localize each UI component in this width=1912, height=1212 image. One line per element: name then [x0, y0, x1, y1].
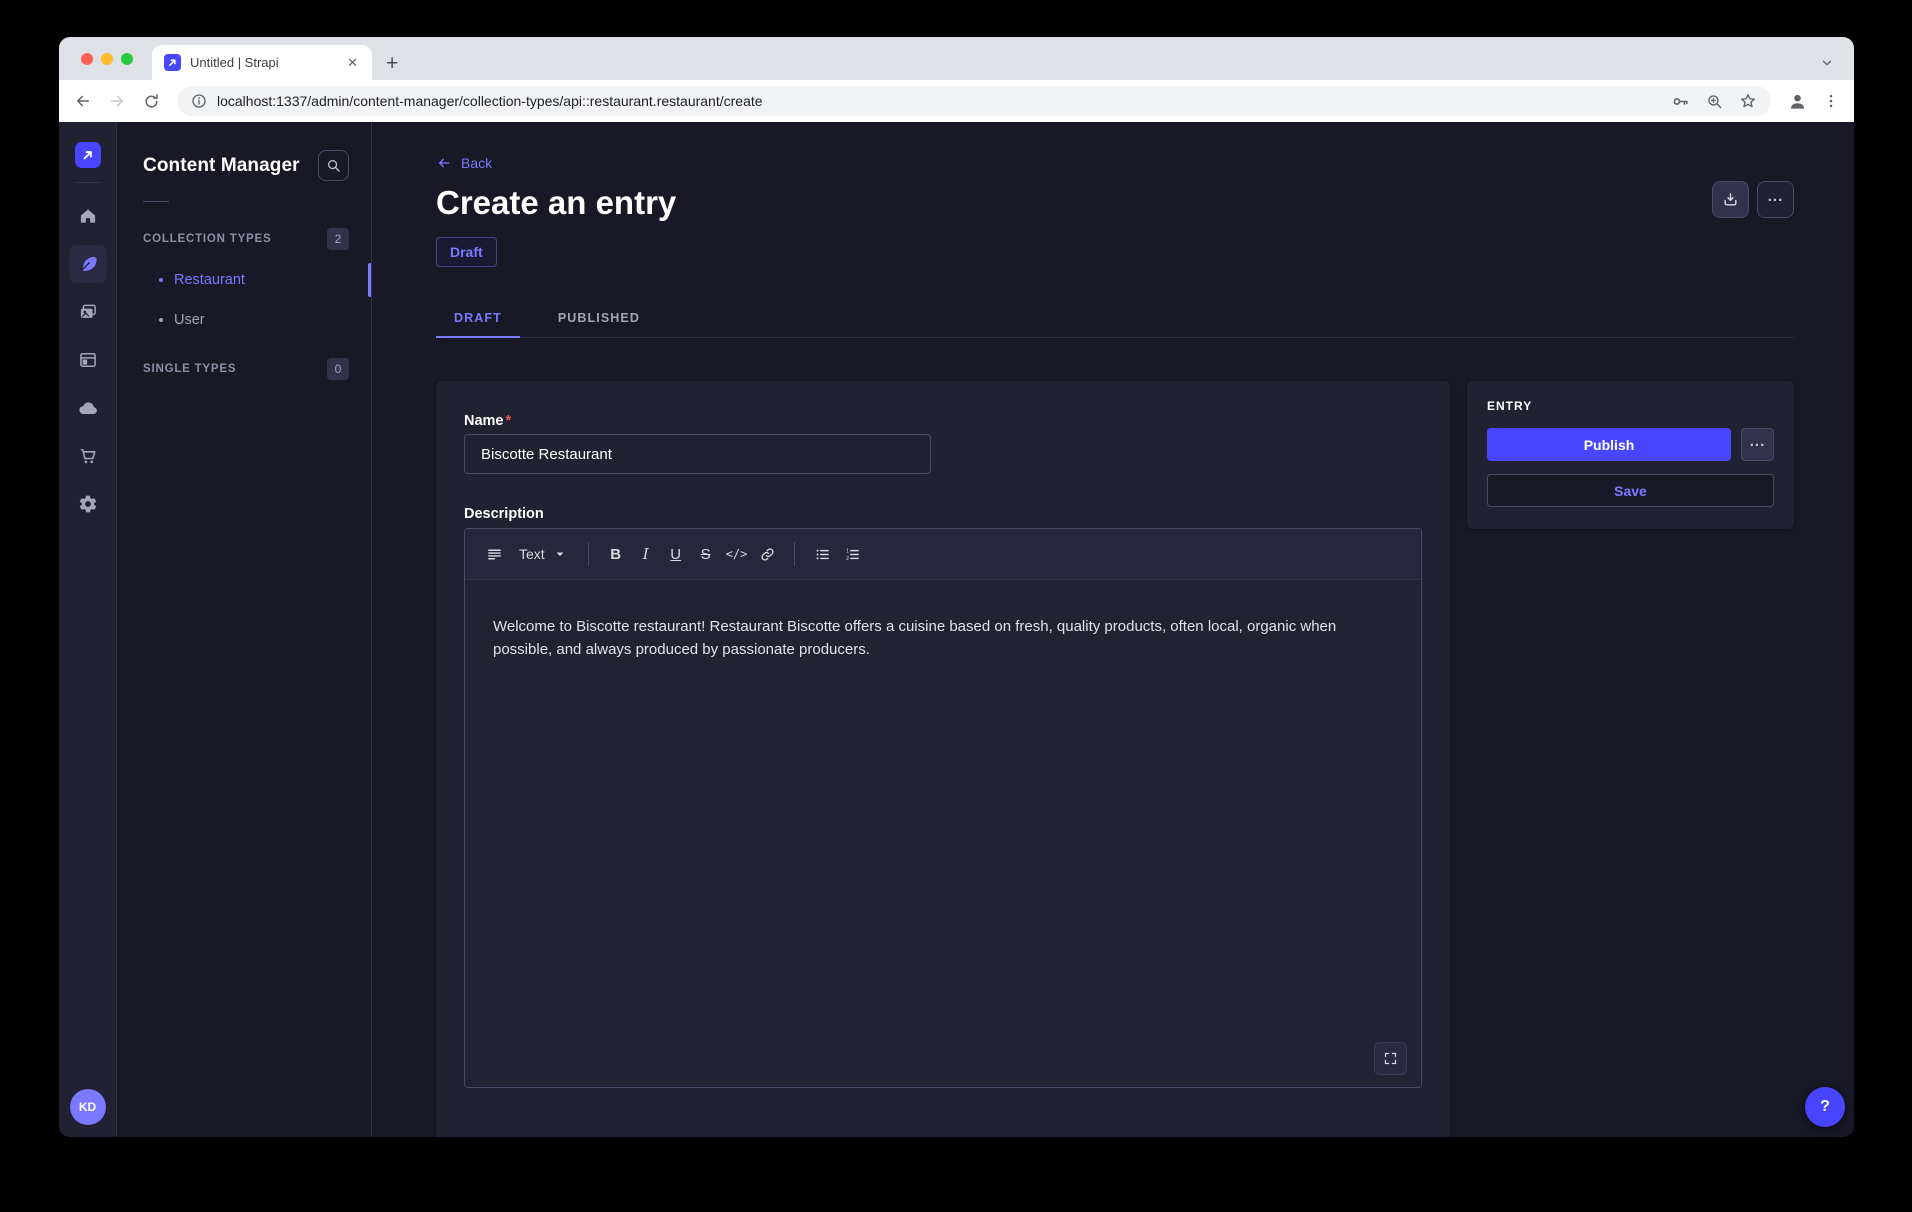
browser-toolbar: localhost:1337/admin/content-manager/col…: [59, 80, 1854, 122]
text-style-value: Text: [519, 546, 545, 562]
profile-avatar-icon[interactable]: [1787, 91, 1808, 112]
link-button[interactable]: [752, 539, 782, 569]
editor-toolbar: Text B I U S </>: [465, 529, 1421, 580]
single-types-count-badge: 0: [327, 358, 349, 380]
name-field-label: Name*: [464, 413, 1422, 429]
traffic-lights: [59, 37, 152, 80]
forward-navigation-icon[interactable]: [103, 87, 131, 115]
ellipsis-icon: ...: [1768, 197, 1784, 203]
text-style-dropdown[interactable]: Text: [509, 539, 576, 569]
bullet-list-button[interactable]: [807, 539, 837, 569]
status-badge: Draft: [436, 237, 497, 267]
strapi-favicon-icon: [164, 54, 181, 71]
password-key-icon[interactable]: [1671, 92, 1690, 111]
sidebar-item-user[interactable]: User: [117, 300, 371, 340]
italic-button[interactable]: I: [631, 539, 661, 569]
tab-search-chevron-icon[interactable]: [1820, 56, 1834, 70]
screenshot-root: Untitled | Strapi ✕ +: [0, 0, 1912, 1212]
back-label: Back: [461, 155, 492, 171]
collection-types-label: COLLECTION TYPES: [143, 233, 271, 245]
sidebar-item-label: User: [174, 312, 205, 328]
back-arrow-icon: [436, 155, 452, 171]
tab-published[interactable]: PUBLISHED: [540, 311, 658, 337]
bullet-icon: [159, 318, 163, 322]
ellipsis-icon: ...: [1750, 442, 1766, 448]
paragraph-style-icon[interactable]: [479, 539, 509, 569]
help-button[interactable]: ?: [1805, 1087, 1845, 1127]
strikethrough-button[interactable]: S: [691, 539, 721, 569]
description-field-label: Description: [464, 506, 1422, 522]
description-text[interactable]: Welcome to Biscotte restaurant! Restaura…: [493, 615, 1393, 661]
minimize-window-button[interactable]: [101, 53, 113, 65]
tab-close-icon[interactable]: ✕: [343, 53, 362, 73]
back-navigation-icon[interactable]: [69, 87, 97, 115]
name-input[interactable]: [464, 434, 931, 474]
expand-editor-button[interactable]: [1374, 1042, 1407, 1075]
chevron-down-icon: [554, 548, 566, 560]
browser-tab-strip: Untitled | Strapi ✕ +: [59, 37, 1854, 80]
content-manager-sidebar: Content Manager COLLECTION TYPES 2 Resta…: [117, 122, 372, 1137]
back-link[interactable]: Back: [436, 155, 1794, 171]
nav-cloud-icon[interactable]: [69, 389, 107, 427]
nav-settings-icon[interactable]: [69, 485, 107, 523]
sidebar-item-label: Restaurant: [174, 272, 245, 288]
nav-marketplace-icon[interactable]: [69, 437, 107, 475]
bookmark-star-icon[interactable]: [1739, 92, 1757, 110]
svg-text:1: 1: [846, 548, 849, 554]
sidebar-item-restaurant[interactable]: Restaurant: [117, 260, 371, 300]
main-content: ... Back Create an entry Draft DRAFT PUB…: [372, 122, 1854, 1137]
single-types-label: SINGLE TYPES: [143, 363, 236, 375]
entry-form-card: Name* Description Text: [436, 381, 1450, 1137]
code-button[interactable]: </>: [721, 539, 753, 569]
site-info-icon[interactable]: [191, 93, 207, 109]
close-window-button[interactable]: [81, 53, 93, 65]
bold-button[interactable]: B: [601, 539, 631, 569]
rail-divider: [74, 182, 102, 183]
entry-panel-title: ENTRY: [1487, 399, 1774, 413]
strapi-app: KD Content Manager COLLECTION TYPES 2: [59, 122, 1854, 1137]
user-avatar[interactable]: KD: [70, 1089, 106, 1125]
header-more-options-button[interactable]: ...: [1757, 181, 1794, 218]
reload-icon[interactable]: [137, 87, 165, 115]
search-button[interactable]: [318, 150, 349, 181]
nav-home-icon[interactable]: [69, 197, 107, 235]
svg-text:2: 2: [846, 556, 849, 562]
version-tabs: DRAFT PUBLISHED: [436, 311, 1794, 338]
browser-menu-icon[interactable]: [1822, 92, 1840, 110]
fullscreen-window-button[interactable]: [121, 53, 133, 65]
collection-types-count-badge: 2: [327, 228, 349, 250]
ordered-list-button[interactable]: 12: [837, 539, 867, 569]
new-tab-button[interactable]: +: [386, 53, 398, 74]
nav-content-type-builder-icon[interactable]: [69, 341, 107, 379]
editor-content[interactable]: Welcome to Biscotte restaurant! Restaura…: [465, 580, 1421, 1087]
entry-panel: ENTRY Publish ... Save: [1467, 381, 1794, 529]
browser-window: Untitled | Strapi ✕ +: [59, 37, 1854, 1137]
underline-button[interactable]: U: [661, 539, 691, 569]
strapi-logo-icon[interactable]: [75, 142, 101, 168]
sidebar-title: Content Manager: [143, 155, 300, 177]
toolbar-divider: [794, 542, 795, 566]
tab-title: Untitled | Strapi: [190, 55, 334, 70]
chrome-right-controls: [1783, 91, 1840, 112]
save-button[interactable]: Save: [1487, 474, 1774, 507]
zoom-page-icon[interactable]: [1706, 93, 1723, 110]
nav-media-library-icon[interactable]: [69, 293, 107, 331]
page-title: Create an entry: [436, 183, 1794, 223]
rich-text-editor: Text B I U S </>: [464, 528, 1422, 1088]
bullet-icon: [159, 278, 163, 282]
nav-content-manager-icon[interactable]: [69, 245, 107, 283]
required-asterisk: *: [506, 413, 512, 429]
address-bar[interactable]: localhost:1337/admin/content-manager/col…: [177, 86, 1771, 116]
entry-more-options-button[interactable]: ...: [1741, 428, 1774, 461]
nav-rail: KD: [59, 122, 117, 1137]
publish-button[interactable]: Publish: [1487, 428, 1731, 461]
export-download-button[interactable]: [1712, 181, 1749, 218]
tab-draft[interactable]: DRAFT: [436, 311, 520, 337]
toolbar-divider: [588, 542, 589, 566]
sidebar-divider: [143, 201, 169, 202]
browser-tab[interactable]: Untitled | Strapi ✕: [152, 45, 372, 80]
url-text[interactable]: localhost:1337/admin/content-manager/col…: [217, 93, 1655, 109]
